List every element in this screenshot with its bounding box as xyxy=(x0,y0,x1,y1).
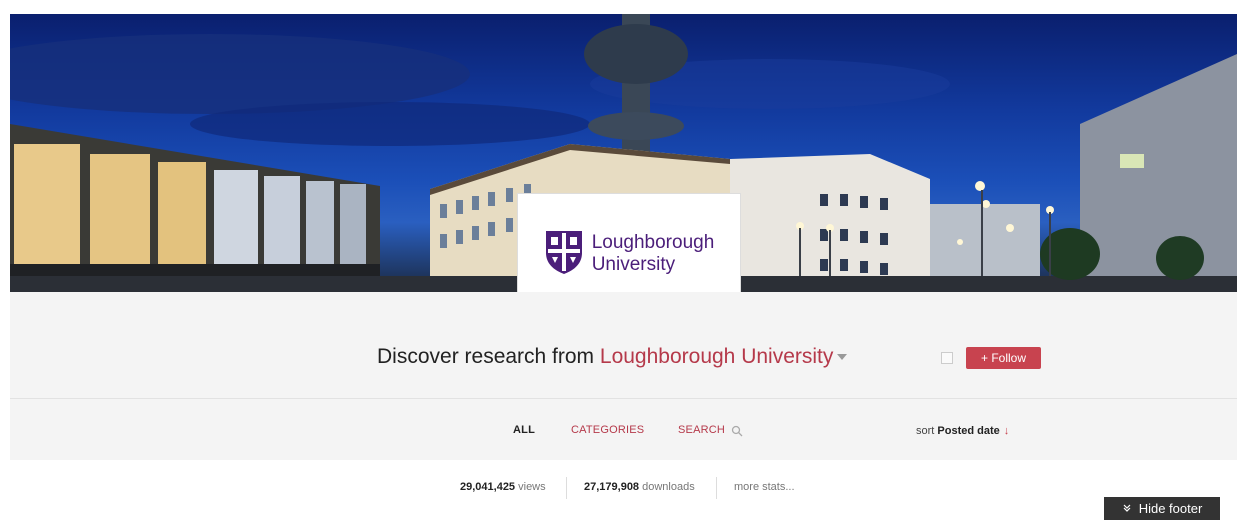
views-stat: 29,041,425 views xyxy=(460,481,546,493)
university-crest-icon xyxy=(544,229,584,280)
double-chevron-down-icon xyxy=(1122,501,1132,516)
downloads-stat: 27,179,908 downloads xyxy=(584,481,695,493)
logo-line-2: University xyxy=(591,254,676,275)
band-divider xyxy=(10,398,1237,399)
institution-dropdown[interactable]: Loughborough University xyxy=(600,345,833,368)
tab-all[interactable]: ALL xyxy=(513,424,535,436)
tab-categories[interactable]: CATEGORIES xyxy=(571,424,644,436)
logo-line-1: Loughborough xyxy=(591,232,715,253)
search-icon[interactable] xyxy=(731,424,743,437)
follow-button[interactable]: + Follow xyxy=(966,347,1041,369)
stats-divider xyxy=(566,477,567,499)
page-root: Loughborough University Discover researc… xyxy=(0,0,1237,520)
sort-control[interactable]: sort Posted date ↓ xyxy=(916,425,1009,437)
views-count: 29,041,425 xyxy=(460,481,516,493)
sort-direction-arrow-icon[interactable]: ↓ xyxy=(1004,425,1010,437)
discover-prefix: Discover research from xyxy=(377,345,600,368)
tab-search[interactable]: SEARCH xyxy=(678,424,725,436)
sort-prefix: sort xyxy=(916,425,938,437)
follow-checkbox[interactable] xyxy=(941,352,953,364)
institution-logo-text: Loughborough University xyxy=(592,232,715,276)
discover-heading: Discover research from Loughborough Univ… xyxy=(377,345,848,369)
views-label: views xyxy=(515,481,546,493)
downloads-label: downloads xyxy=(639,481,695,493)
hide-footer-label: Hide footer xyxy=(1138,501,1203,516)
chevron-down-icon[interactable] xyxy=(837,354,848,361)
sort-value[interactable]: Posted date xyxy=(937,425,999,437)
hide-footer-button[interactable]: Hide footer xyxy=(1104,497,1220,520)
downloads-count: 27,179,908 xyxy=(584,481,640,493)
stats-divider xyxy=(716,477,717,499)
more-stats-link[interactable]: more stats... xyxy=(734,481,795,493)
